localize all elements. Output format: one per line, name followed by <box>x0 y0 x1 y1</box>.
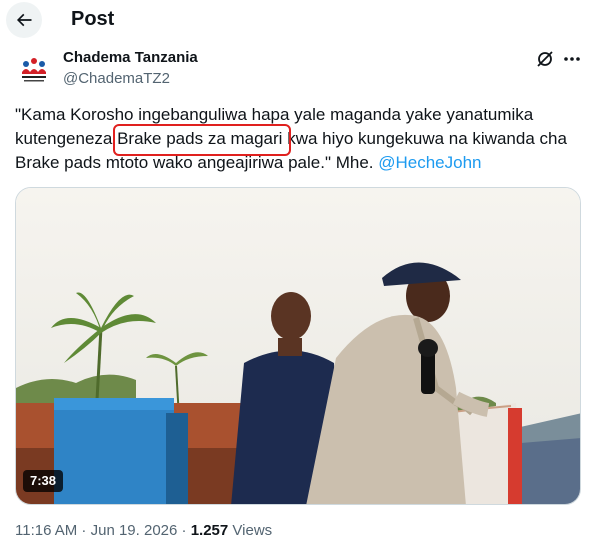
tweet-line-1: "Kama Korosho ingebanguliwa hapa yale ma… <box>15 105 534 124</box>
tweet-line-2-start: kutengeneza <box>15 129 118 148</box>
tweet-text: "Kama Korosho ingebanguliwa hapa yale ma… <box>15 103 585 175</box>
tweet-line-2: kutengeneza Brake pads za magari kwa hiy… <box>15 127 585 151</box>
video-player[interactable] <box>15 187 581 505</box>
page-title: Post <box>71 8 115 30</box>
author-name[interactable]: Chadema Tanzania <box>63 49 198 66</box>
mention-link[interactable]: @HecheJohn <box>378 153 481 172</box>
tweet-date[interactable]: Jun 19, 2026 <box>91 522 178 535</box>
arrow-left-icon <box>16 13 32 27</box>
views-label: Views <box>228 522 273 535</box>
grok-button[interactable] <box>535 49 555 69</box>
grok-icon <box>537 51 553 67</box>
tweet-line-2-end: kwa hiyo kungekuwa na kiwanda cha <box>282 129 567 148</box>
more-options-button[interactable] <box>561 49 583 69</box>
back-button[interactable] <box>6 2 42 38</box>
meta-separator: · <box>77 522 91 535</box>
tweet-line-3: Brake pads mtoto wako angeajiriwa pale."… <box>15 151 585 175</box>
author-handle[interactable]: @ChademaTZ2 <box>63 70 170 87</box>
chadema-logo-icon <box>14 50 54 90</box>
video-frame <box>16 188 580 504</box>
tweet-meta: 11:16 AM · Jun 19, 2026 · 1,257 Views <box>15 522 272 535</box>
more-horizontal-icon <box>564 57 580 61</box>
top-bar: Post <box>0 0 596 40</box>
video-duration: 7:38 <box>23 470 64 492</box>
views-count: 1,257 <box>190 522 229 535</box>
meta-separator: · <box>177 522 191 535</box>
avatar[interactable] <box>14 50 54 90</box>
annotation-highlight-box <box>113 124 291 156</box>
tweet-time[interactable]: 11:16 AM <box>15 522 77 535</box>
